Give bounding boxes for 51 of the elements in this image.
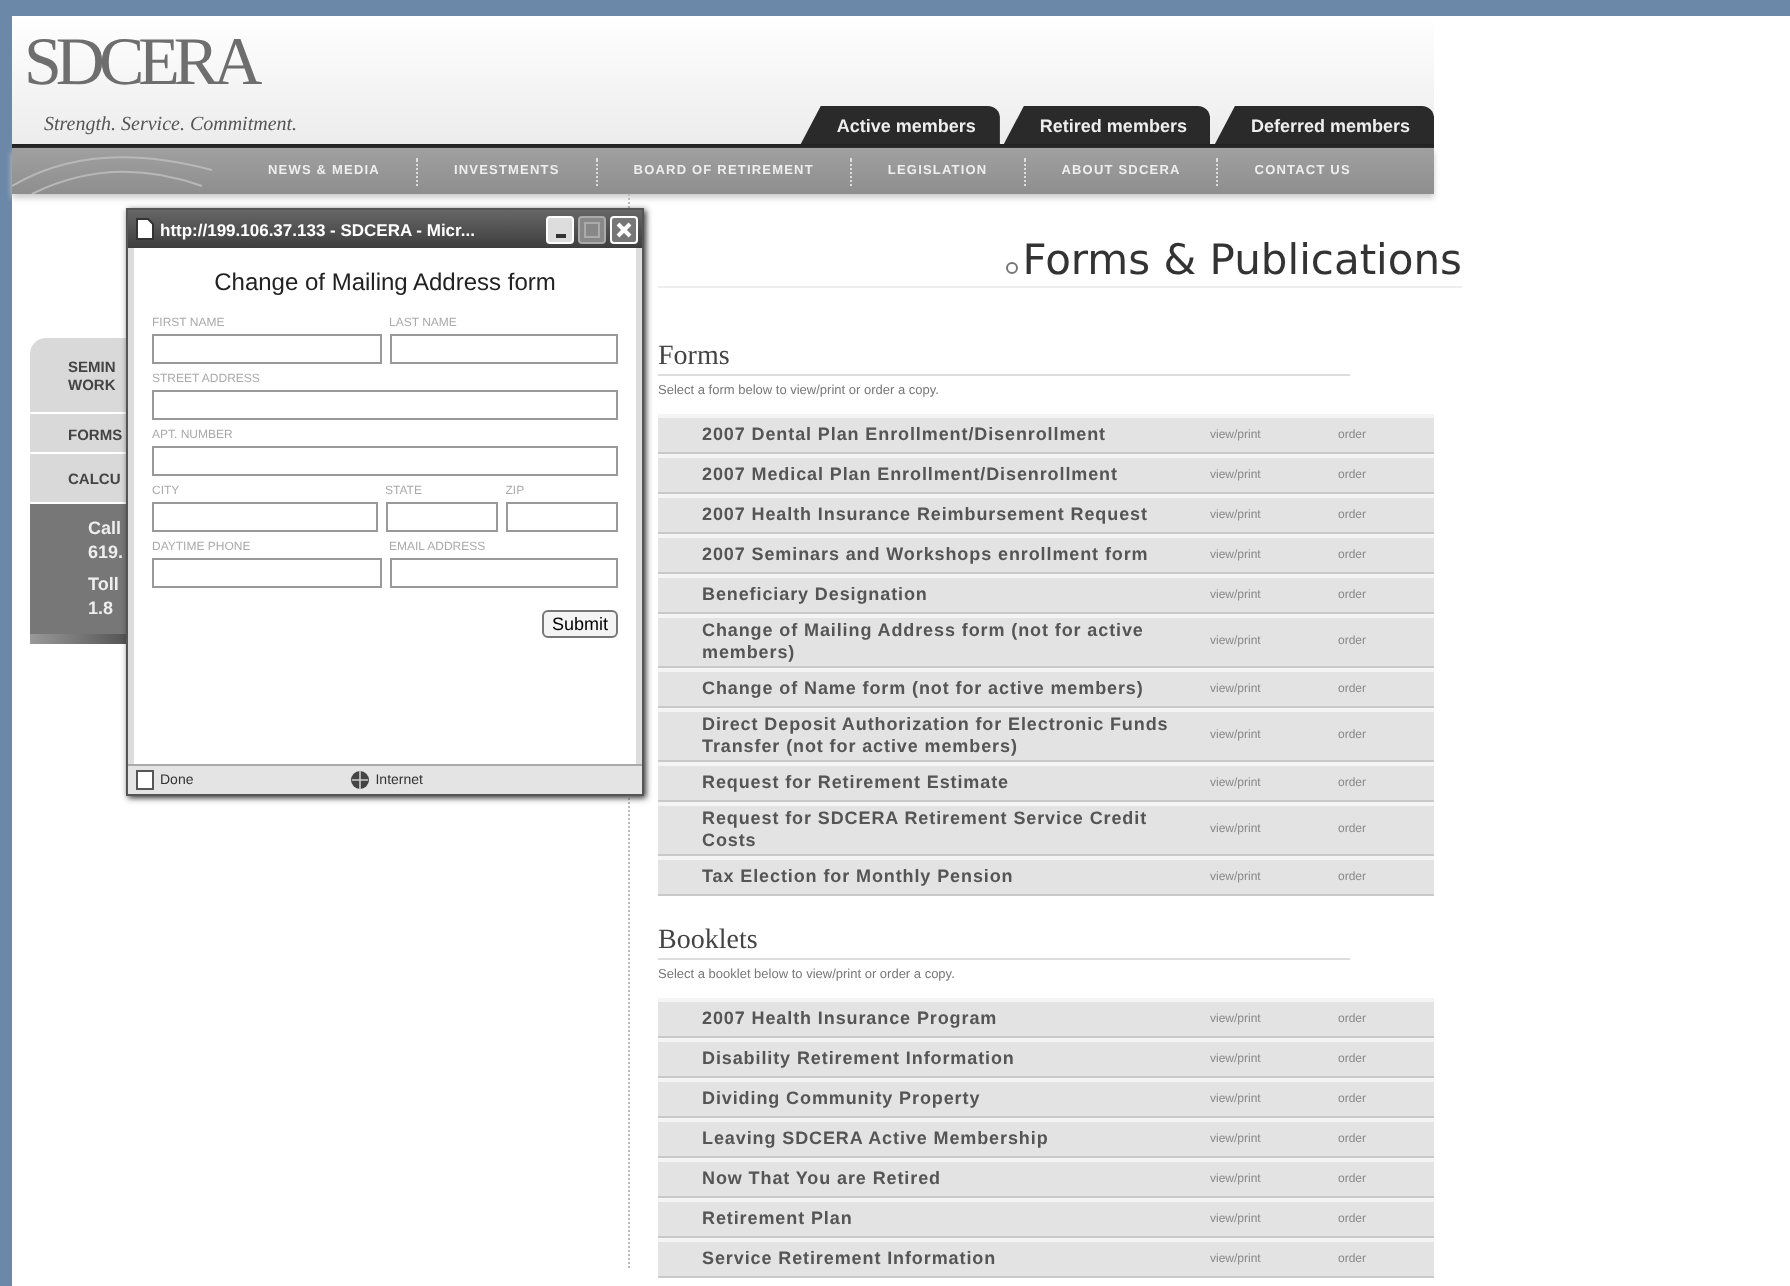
submit-button[interactable]: Submit [541,610,618,638]
document-title: 2007 Health Insurance Reimbursement Request [702,504,1150,526]
document-title: Now That You are Retired [702,1168,943,1190]
document-title: Request for SDCERA Retirement Service Credit Costs [702,808,1150,852]
contact-text: 1.8 [88,596,116,620]
logo[interactable]: SDCERA [24,28,257,100]
page-icon [136,770,154,790]
tagline: Strength. Service. Commitment. [44,114,298,136]
document-title: 2007 Seminars and Workshops enrollment form [702,544,1151,566]
document-title: Disability Retirement Information [702,1048,1017,1070]
minimize-button[interactable] [546,215,574,243]
close-icon [614,219,634,239]
document-title: Direct Deposit Authorization for Electronic Funds Transfer (not for active members) [702,714,1171,758]
document-title: 2007 Medical Plan Enrollment/Disenrollment [702,464,1120,486]
input-field[interactable] [152,446,618,476]
member-tab[interactable]: Retired members [1003,106,1211,144]
section-heading: Booklets [658,924,1350,960]
input-field[interactable] [505,502,618,532]
input-field[interactable] [152,502,377,532]
form-heading: Change of Mailing Address form [212,268,558,296]
document-title: Tax Election for Monthly Pension [702,866,1016,888]
input-field[interactable] [152,390,618,420]
input-field[interactable] [152,558,381,588]
document-title: Retirement Plan [702,1208,855,1230]
window-title: http://199.106.37.133 - SDCERA - Micr... [160,219,477,239]
contact-text: Toll [88,572,121,596]
ring-icon [1006,262,1019,274]
contact-text: 619. [88,540,126,564]
member-tab[interactable]: Active members [800,106,1000,144]
document-title: 2007 Health Insurance Program [702,1008,1000,1030]
page-title: Forms & Publications [1022,234,1462,286]
input-field[interactable] [152,334,381,364]
document-title: Beneficiary Designation [702,584,930,606]
member-tab[interactable]: Deferred members [1214,106,1434,144]
input-field[interactable] [385,502,498,532]
minimize-icon [555,234,565,238]
globe-icon [349,770,370,790]
document-title: Service Retirement Information [702,1248,999,1270]
close-button[interactable] [610,215,638,243]
input-field[interactable] [389,334,618,364]
section-heading: Forms [658,340,1350,376]
document-title: 2007 Dental Plan Enrollment/Disenrollment [702,424,1109,446]
document-title: Change of Mailing Address form (not for active members) [702,620,1146,664]
document-title: Dividing Community Property [702,1088,983,1110]
contact-text: Call [88,516,124,540]
document-title: Change of Name form (not for active members) [702,678,1146,700]
maximize-icon [582,219,602,239]
document-title: Request for Retirement Estimate [702,772,1011,794]
input-field[interactable] [389,558,618,588]
page-icon [136,218,154,240]
document-title: Leaving SDCERA Active Membership [702,1128,1051,1150]
